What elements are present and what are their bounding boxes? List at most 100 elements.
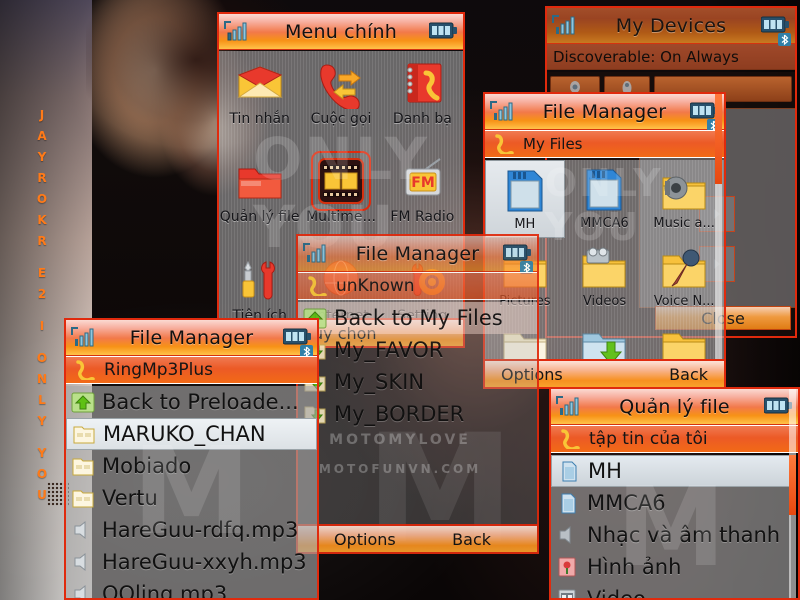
menu-item-label: FM Radio xyxy=(390,209,455,226)
softkey-back[interactable]: Back xyxy=(452,530,491,549)
bluetooth-icon xyxy=(778,33,791,46)
menu-item-label: Quản lý file xyxy=(219,209,300,226)
window-title: File Manager xyxy=(129,326,254,349)
phone-handset-icon xyxy=(76,360,95,380)
list-item-label: MH xyxy=(588,459,622,483)
window-title: Quản lý file xyxy=(619,395,730,418)
list-item[interactable]: MMCA6 xyxy=(551,487,791,519)
file-list-unknown: Back to My Files My_FAVOR My_SKIN My_BOR… xyxy=(298,302,537,524)
list-item-label: HareGuu-xxyh.mp3 xyxy=(102,550,307,574)
menu-item-multimedia[interactable]: Multime... xyxy=(300,149,381,247)
menu-item-call-log[interactable]: Cuộc gọi xyxy=(300,51,381,149)
battery-icon xyxy=(764,397,792,414)
envelope-icon xyxy=(237,66,283,98)
list-item[interactable]: My_SKIN xyxy=(298,366,537,398)
file-item-mmca6[interactable]: MMCA6 xyxy=(565,160,645,238)
file-item-voice-notes[interactable]: Voice N... xyxy=(644,238,724,316)
brand-letter: Y xyxy=(37,446,47,460)
menu-item-fm-radio[interactable]: FM FM Radio xyxy=(382,149,463,247)
audio-file-icon xyxy=(559,525,571,545)
breadcrumb-text: tập tin của tôi xyxy=(589,429,708,449)
list-item[interactable]: Mobiado xyxy=(66,450,317,482)
brand-letter: N xyxy=(36,372,48,386)
audio-file-icon xyxy=(74,520,86,540)
menu-item-contacts[interactable]: Danh bạ xyxy=(382,51,463,149)
battery-icon xyxy=(283,328,311,345)
brand-letter: O xyxy=(36,351,48,365)
file-list-ring: M Back to Preloade... MARUKO_CHAN Mobiad… xyxy=(66,386,317,598)
list-item-label: My_BORDER xyxy=(334,402,465,426)
breadcrumb-unknown[interactable]: unKnown xyxy=(298,272,537,300)
list-item[interactable]: Nhạc và âm thanh xyxy=(551,519,791,551)
window-quan-ly-file[interactable]: Quản lý file tập tin của tôi M MH MMCA6 … xyxy=(549,387,800,600)
memory-card-icon xyxy=(507,170,543,212)
brand-letter: R xyxy=(37,234,47,248)
up-arrow-icon xyxy=(71,392,95,413)
folder-sm-icon xyxy=(72,458,94,476)
scrollbar-thumb[interactable] xyxy=(789,455,796,515)
folder-icon xyxy=(238,168,282,199)
voice-folder-icon xyxy=(662,249,706,288)
phone-handset-icon xyxy=(308,276,327,296)
brand-letter: R xyxy=(37,171,47,185)
list-item-label: My_SKIN xyxy=(334,370,425,394)
titlebar-file-manager-ring: File Manager xyxy=(66,320,317,358)
scrollbar-thumb[interactable] xyxy=(715,94,722,184)
list-item[interactable]: Vertu xyxy=(66,482,317,514)
list-item-label: QQling.mp3 xyxy=(102,582,228,600)
signal-icon xyxy=(224,21,247,41)
titlebar-my-devices: My Devices xyxy=(547,8,795,46)
list-item-label: MARUKO_CHAN xyxy=(103,422,266,446)
discoverable-status-text: Discoverable: On Always xyxy=(553,47,739,66)
window-title: Menu chính xyxy=(284,20,398,43)
brand-letter: O xyxy=(36,192,48,206)
list-item[interactable]: MH xyxy=(551,455,791,487)
scrollbar-quan-ly-file[interactable] xyxy=(789,389,796,598)
list-item[interactable]: HareGuu-xxyh.mp3 xyxy=(66,546,317,578)
list-item-label: Vertu xyxy=(102,486,158,510)
brand-letter: J xyxy=(39,108,45,122)
list-item[interactable]: Back to Preloade... xyxy=(66,386,317,418)
softkey-options[interactable]: Options xyxy=(334,530,396,549)
list-item[interactable]: MARUKO_CHAN xyxy=(66,418,317,450)
list-item[interactable]: My_FAVOR xyxy=(298,334,537,366)
list-item[interactable]: Hình ảnh xyxy=(551,551,791,583)
brand-letter: A xyxy=(37,129,47,143)
breadcrumb-ring[interactable]: RingMp3Plus xyxy=(66,356,317,384)
breadcrumb-myfiles[interactable]: My Files xyxy=(485,130,724,158)
signal-icon xyxy=(490,101,513,121)
folder-sm-icon xyxy=(73,426,95,444)
list-item-label: MMCA6 xyxy=(587,491,666,515)
call-log-icon xyxy=(320,64,361,109)
menu-item-label: Tin nhắn xyxy=(229,111,290,127)
titlebar-file-manager-unknown: File Manager xyxy=(298,236,537,274)
file-item-label: Videos xyxy=(582,294,627,309)
tools-icon xyxy=(242,260,275,300)
window-title: File Manager xyxy=(355,242,480,265)
battery-icon xyxy=(429,22,457,39)
list-item[interactable]: My_BORDER xyxy=(298,398,537,430)
file-item-music[interactable]: Music a... xyxy=(644,160,724,238)
multimedia-icon xyxy=(310,151,371,212)
brand-letter xyxy=(31,337,53,348)
softkey-back[interactable]: Back xyxy=(669,365,708,384)
file-item-mh[interactable]: MH xyxy=(485,160,565,238)
file-item-videos[interactable]: Videos xyxy=(565,238,645,316)
window-file-manager-ring[interactable]: File Manager RingMp3Plus M Back to Prelo… xyxy=(64,318,319,600)
scrollbar-file-manager-myfiles[interactable] xyxy=(715,94,722,387)
breadcrumb-quan-ly-file[interactable]: tập tin của tôi xyxy=(551,425,798,453)
file-list-quan-ly-file: M MH MMCA6 Nhạc và âm thanh Hình ảnh Vid… xyxy=(551,455,791,598)
music-folder-icon xyxy=(662,176,706,210)
brand-letter: Y xyxy=(37,150,47,164)
breadcrumb-text: My Files xyxy=(523,135,583,153)
list-item[interactable]: QQling.mp3 xyxy=(66,578,317,600)
battery-icon xyxy=(761,16,789,33)
list-item[interactable]: HareGuu-rdfq.mp3 xyxy=(66,514,317,546)
list-item[interactable]: Back to My Files xyxy=(298,302,537,334)
menu-item-messages[interactable]: Tin nhắn xyxy=(219,51,300,149)
brand-letter: 2 xyxy=(37,287,47,301)
list-item[interactable]: Video xyxy=(551,583,791,598)
menu-item-file-manager[interactable]: Quản lý file xyxy=(219,149,300,247)
window-file-manager-unknown[interactable]: File Manager unKnown Back to My Files My… xyxy=(296,234,539,554)
menu-item-label: Danh bạ xyxy=(392,111,452,127)
